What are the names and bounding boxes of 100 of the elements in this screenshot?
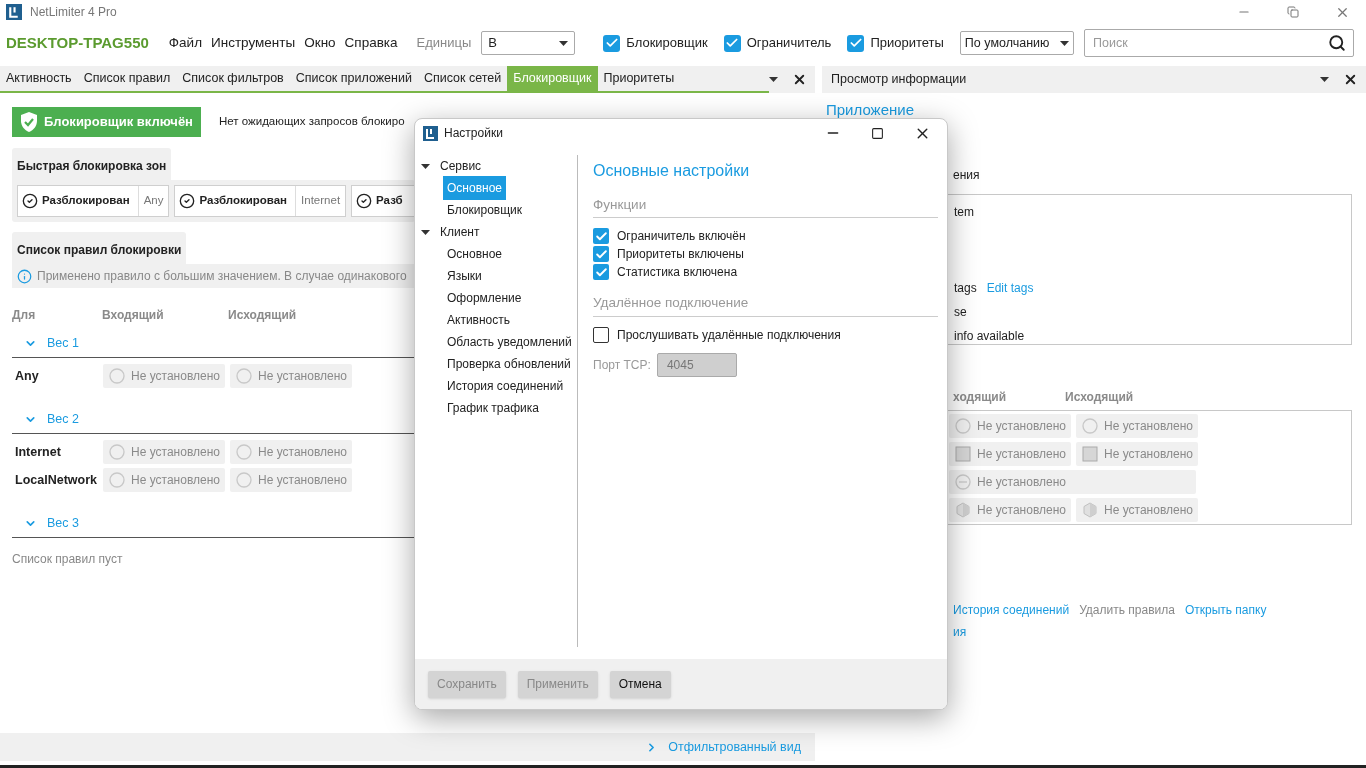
rule-state-option[interactable]: Не установлено [949,414,1071,438]
checkbox[interactable] [593,326,609,343]
tree-item[interactable]: Блокировщик [443,198,527,222]
hexagon-icon [955,502,971,518]
minus-circle-icon [955,474,971,490]
checkbox[interactable] [593,246,609,263]
panel-menu-icon [769,77,778,82]
rule-state-option[interactable]: Не установлено [103,364,225,388]
checkbox[interactable] [847,34,865,52]
zone-name: Any [14,367,40,385]
panel-menu-icon [1320,77,1329,82]
group-label[interactable]: Вес 1 [47,334,79,353]
settings-heading: Основные настройки [593,161,751,181]
checkbox-label: Статистика включена [617,264,738,282]
rule-state-option[interactable]: Не установлено [103,440,225,464]
tab[interactable]: Список сетей [417,66,508,91]
tab[interactable]: Приоритеты [597,66,681,91]
tree-item[interactable]: Клиент [436,220,484,244]
tree-item[interactable]: Основное [443,176,506,200]
rule-state-option[interactable]: Не установлено [949,470,1196,494]
rule-state-option[interactable]: Не установлено [949,442,1071,466]
rule-state-option[interactable]: Не установлено [1076,414,1198,438]
rule-state-option[interactable]: Не установлено [230,364,352,388]
checkbox-label: Блокировщик [626,34,708,53]
window-title: NetLimiter 4 Pro [30,4,117,21]
rule-state-option[interactable]: Не установлено [230,468,352,492]
check-circle-icon [356,193,373,209]
dropdown-caret-icon [559,40,569,46]
checkbox-label: Приоритеты включены [617,246,744,264]
rule-state-option[interactable]: Не установлено [1076,442,1198,466]
info-text: tem [954,204,974,221]
menu-item[interactable]: Инструменты [211,32,296,54]
app-logo-icon [6,4,22,20]
tree-item[interactable]: Языки [443,264,486,288]
filtered-view-link[interactable]: Отфильтрованный вид [668,737,801,757]
tree-item[interactable]: Оформление [443,286,526,310]
profile-select[interactable]: По умолчанию [959,31,1074,55]
close-icon[interactable] [1343,72,1358,87]
radio-icon [109,472,125,488]
menu-item[interactable]: Файл [168,32,203,54]
section-heading: Приложение [826,101,914,118]
search-icon[interactable] [1328,34,1346,52]
tab[interactable]: Список фильтров [176,66,290,91]
blocker-toggle-button[interactable]: Блокировщик включён [12,107,201,137]
dialog-title: Настройки [444,125,503,142]
tree-item[interactable]: График трафика [443,396,543,420]
checkbox-label: Ограничитель [746,34,832,53]
square-icon [955,446,971,462]
radio-icon [236,368,252,384]
checkbox-label: Ограничитель включён [617,228,746,246]
checkbox[interactable] [593,228,609,245]
pending-requests-text: Нет ожидающих запросов блокиро [219,114,405,130]
shield-check-icon [20,112,38,132]
tree-expand-icon[interactable] [421,229,430,235]
edit-tags-link[interactable]: Edit tags [986,279,1034,297]
action-link[interactable]: Открыть папку [1184,601,1267,619]
maximize-icon[interactable] [871,126,884,140]
check-circle-icon [179,193,196,209]
action-link[interactable]: История соединений [953,601,1070,619]
tree-item[interactable]: Сервис [436,154,486,178]
restore-icon[interactable] [1287,6,1299,18]
info-text: info available [954,328,1025,345]
menu-item[interactable]: Справка [344,32,398,54]
checkbox-label: Приоритеты [870,34,944,53]
checkbox[interactable] [593,264,609,281]
rule-state-option[interactable]: Не установлено [230,440,352,464]
tree-item[interactable]: Основное [443,242,506,266]
tab[interactable]: Список приложений [289,66,418,91]
search-field[interactable]: Поиск [1084,29,1354,57]
tab[interactable]: Активность [0,66,78,91]
zone-block-button[interactable]: Разблокирован Any [17,185,170,217]
info-text: tags [954,280,977,297]
app-logo-icon [423,125,438,141]
info-text: Применено правило с большим значением. В случае одинакового [37,268,407,285]
group-label[interactable]: Вес 3 [47,514,79,533]
rule-state-option[interactable]: Не установлено [1076,498,1198,522]
close-icon[interactable] [792,72,807,87]
column-header: Исходящий [1065,389,1134,406]
zone-name: LocalNetwork [14,471,98,489]
tree-item[interactable]: Проверка обновлений [443,352,575,376]
tab[interactable]: Блокировщик [507,66,598,91]
tree-item[interactable]: Область уведомлений [443,330,576,354]
rule-state-option[interactable]: Не установлено [949,498,1071,522]
tree-expand-icon[interactable] [421,163,430,169]
units-label: Единицы [416,34,472,53]
units-select[interactable]: B [481,31,576,55]
link-fragment[interactable]: ия [953,623,967,641]
info-text: se [954,304,967,321]
rule-state-option[interactable]: Не установлено [103,468,225,492]
group-label[interactable]: Вес 2 [47,410,79,429]
zone-block-button[interactable]: Разблокирован Internet [174,185,347,217]
checkbox[interactable] [723,34,741,52]
tree-item[interactable]: Активность [443,308,514,332]
zone-block-button[interactable]: Разб [351,185,415,217]
machine-name: DESKTOP-TPAG550 [6,32,149,53]
tree-item[interactable]: История соединений [443,374,568,398]
tab[interactable]: Список правил [77,66,177,91]
dialog-button[interactable]: Отмена [609,670,671,698]
menu-item[interactable]: Окно [304,32,336,54]
checkbox[interactable] [603,34,621,52]
